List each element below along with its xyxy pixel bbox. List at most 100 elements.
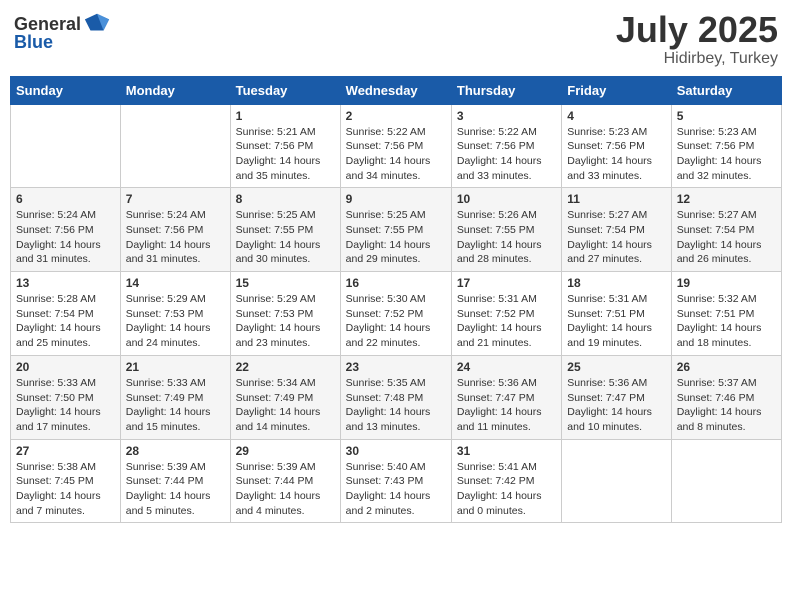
calendar-cell: 8 Sunrise: 5:25 AMSunset: 7:55 PMDaylight… bbox=[230, 188, 340, 272]
day-info: Sunrise: 5:41 AMSunset: 7:42 PMDaylight:… bbox=[457, 460, 556, 519]
calendar-cell: 15 Sunrise: 5:29 AMSunset: 7:53 PMDayligh… bbox=[230, 272, 340, 356]
day-number: 29 bbox=[236, 444, 335, 458]
calendar-cell bbox=[562, 439, 671, 523]
calendar-cell: 11Sunrise: 5:27 AMSunset: 7:54 PMDayligh… bbox=[562, 188, 671, 272]
calendar-cell: 21 Sunrise: 5:33 AMSunset: 7:49 PMDayligh… bbox=[120, 355, 230, 439]
day-number: 2 bbox=[346, 109, 446, 123]
logo-blue: Blue bbox=[14, 32, 53, 53]
calendar-body: 1 Sunrise: 5:21 AMSunset: 7:56 PMDaylight… bbox=[11, 104, 782, 523]
page-header: General Blue July 2025 Hidirbey, Turkey bbox=[10, 10, 782, 68]
week-row-4: 20 Sunrise: 5:33 AMSunset: 7:50 PMDayligh… bbox=[11, 355, 782, 439]
day-number: 8 bbox=[236, 192, 335, 206]
day-number: 17 bbox=[457, 276, 556, 290]
day-number: 4 bbox=[567, 109, 665, 123]
weekday-tuesday: Tuesday bbox=[230, 76, 340, 104]
day-info: Sunrise: 5:34 AMSunset: 7:49 PMDaylight:… bbox=[236, 376, 335, 435]
calendar-cell: 24 Sunrise: 5:36 AMSunset: 7:47 PMDayligh… bbox=[451, 355, 561, 439]
day-info: Sunrise: 5:33 AMSunset: 7:49 PMDaylight:… bbox=[126, 376, 225, 435]
calendar-cell: 25Sunrise: 5:36 AMSunset: 7:47 PMDayligh… bbox=[562, 355, 671, 439]
week-row-2: 6 Sunrise: 5:24 AMSunset: 7:56 PMDaylight… bbox=[11, 188, 782, 272]
day-info: Sunrise: 5:25 AMSunset: 7:55 PMDaylight:… bbox=[236, 208, 335, 267]
calendar-cell: 2Sunrise: 5:22 AMSunset: 7:56 PMDaylight… bbox=[340, 104, 451, 188]
calendar-table: SundayMondayTuesdayWednesdayThursdayFrid… bbox=[10, 76, 782, 524]
week-row-5: 27 Sunrise: 5:38 AMSunset: 7:45 PMDayligh… bbox=[11, 439, 782, 523]
day-number: 27 bbox=[16, 444, 115, 458]
day-info: Sunrise: 5:39 AMSunset: 7:44 PMDaylight:… bbox=[236, 460, 335, 519]
day-number: 28 bbox=[126, 444, 225, 458]
day-number: 25 bbox=[567, 360, 665, 374]
day-number: 26 bbox=[677, 360, 776, 374]
calendar-cell: 31 Sunrise: 5:41 AMSunset: 7:42 PMDayligh… bbox=[451, 439, 561, 523]
day-number: 15 bbox=[236, 276, 335, 290]
calendar-cell: 7Sunrise: 5:24 AMSunset: 7:56 PMDaylight… bbox=[120, 188, 230, 272]
calendar-cell: 14Sunrise: 5:29 AMSunset: 7:53 PMDayligh… bbox=[120, 272, 230, 356]
day-number: 5 bbox=[677, 109, 776, 123]
calendar-cell: 13 Sunrise: 5:28 AMSunset: 7:54 PMDayligh… bbox=[11, 272, 121, 356]
weekday-sunday: Sunday bbox=[11, 76, 121, 104]
calendar-cell: 26 Sunrise: 5:37 AMSunset: 7:46 PMDayligh… bbox=[671, 355, 781, 439]
day-info: Sunrise: 5:35 AMSunset: 7:48 PMDaylight:… bbox=[346, 376, 446, 435]
day-number: 12 bbox=[677, 192, 776, 206]
day-number: 16 bbox=[346, 276, 446, 290]
calendar-cell: 22Sunrise: 5:34 AMSunset: 7:49 PMDayligh… bbox=[230, 355, 340, 439]
day-number: 24 bbox=[457, 360, 556, 374]
day-info: Sunrise: 5:30 AMSunset: 7:52 PMDaylight:… bbox=[346, 292, 446, 351]
weekday-thursday: Thursday bbox=[451, 76, 561, 104]
calendar-cell bbox=[120, 104, 230, 188]
day-number: 13 bbox=[16, 276, 115, 290]
day-info: Sunrise: 5:27 AMSunset: 7:54 PMDaylight:… bbox=[567, 208, 665, 267]
day-info: Sunrise: 5:24 AMSunset: 7:56 PMDaylight:… bbox=[126, 208, 225, 267]
day-info: Sunrise: 5:23 AMSunset: 7:56 PMDaylight:… bbox=[677, 125, 776, 184]
day-info: Sunrise: 5:38 AMSunset: 7:45 PMDaylight:… bbox=[16, 460, 115, 519]
day-info: Sunrise: 5:21 AMSunset: 7:56 PMDaylight:… bbox=[236, 125, 335, 184]
logo-icon bbox=[83, 10, 111, 38]
day-info: Sunrise: 5:29 AMSunset: 7:53 PMDaylight:… bbox=[236, 292, 335, 351]
weekday-monday: Monday bbox=[120, 76, 230, 104]
day-number: 6 bbox=[16, 192, 115, 206]
day-info: Sunrise: 5:32 AMSunset: 7:51 PMDaylight:… bbox=[677, 292, 776, 351]
day-number: 1 bbox=[236, 109, 335, 123]
day-info: Sunrise: 5:28 AMSunset: 7:54 PMDaylight:… bbox=[16, 292, 115, 351]
calendar-cell: 18 Sunrise: 5:31 AMSunset: 7:51 PMDayligh… bbox=[562, 272, 671, 356]
month-title: July 2025 bbox=[616, 10, 778, 50]
weekday-header-row: SundayMondayTuesdayWednesdayThursdayFrid… bbox=[11, 76, 782, 104]
day-number: 21 bbox=[126, 360, 225, 374]
day-info: Sunrise: 5:39 AMSunset: 7:44 PMDaylight:… bbox=[126, 460, 225, 519]
day-number: 31 bbox=[457, 444, 556, 458]
day-number: 20 bbox=[16, 360, 115, 374]
week-row-1: 1 Sunrise: 5:21 AMSunset: 7:56 PMDaylight… bbox=[11, 104, 782, 188]
calendar-cell: 20 Sunrise: 5:33 AMSunset: 7:50 PMDayligh… bbox=[11, 355, 121, 439]
day-info: Sunrise: 5:36 AMSunset: 7:47 PMDaylight:… bbox=[457, 376, 556, 435]
weekday-saturday: Saturday bbox=[671, 76, 781, 104]
day-info: Sunrise: 5:37 AMSunset: 7:46 PMDaylight:… bbox=[677, 376, 776, 435]
day-info: Sunrise: 5:29 AMSunset: 7:53 PMDaylight:… bbox=[126, 292, 225, 351]
calendar-cell: 17 Sunrise: 5:31 AMSunset: 7:52 PMDayligh… bbox=[451, 272, 561, 356]
day-number: 30 bbox=[346, 444, 446, 458]
calendar-cell: 10 Sunrise: 5:26 AMSunset: 7:55 PMDayligh… bbox=[451, 188, 561, 272]
calendar-cell: 5 Sunrise: 5:23 AMSunset: 7:56 PMDaylight… bbox=[671, 104, 781, 188]
logo: General Blue bbox=[14, 10, 111, 53]
day-info: Sunrise: 5:23 AMSunset: 7:56 PMDaylight:… bbox=[567, 125, 665, 184]
day-number: 18 bbox=[567, 276, 665, 290]
calendar-cell bbox=[671, 439, 781, 523]
day-number: 19 bbox=[677, 276, 776, 290]
day-info: Sunrise: 5:33 AMSunset: 7:50 PMDaylight:… bbox=[16, 376, 115, 435]
day-number: 10 bbox=[457, 192, 556, 206]
day-info: Sunrise: 5:25 AMSunset: 7:55 PMDaylight:… bbox=[346, 208, 446, 267]
calendar-cell: 16 Sunrise: 5:30 AMSunset: 7:52 PMDayligh… bbox=[340, 272, 451, 356]
calendar-cell: 19 Sunrise: 5:32 AMSunset: 7:51 PMDayligh… bbox=[671, 272, 781, 356]
day-number: 23 bbox=[346, 360, 446, 374]
day-info: Sunrise: 5:26 AMSunset: 7:55 PMDaylight:… bbox=[457, 208, 556, 267]
location-title: Hidirbey, Turkey bbox=[616, 50, 778, 68]
week-row-3: 13 Sunrise: 5:28 AMSunset: 7:54 PMDayligh… bbox=[11, 272, 782, 356]
calendar-cell: 28 Sunrise: 5:39 AMSunset: 7:44 PMDayligh… bbox=[120, 439, 230, 523]
calendar-cell: 29 Sunrise: 5:39 AMSunset: 7:44 PMDayligh… bbox=[230, 439, 340, 523]
day-info: Sunrise: 5:31 AMSunset: 7:51 PMDaylight:… bbox=[567, 292, 665, 351]
day-info: Sunrise: 5:22 AMSunset: 7:56 PMDaylight:… bbox=[457, 125, 556, 184]
day-info: Sunrise: 5:40 AMSunset: 7:43 PMDaylight:… bbox=[346, 460, 446, 519]
day-info: Sunrise: 5:31 AMSunset: 7:52 PMDaylight:… bbox=[457, 292, 556, 351]
title-block: July 2025 Hidirbey, Turkey bbox=[616, 10, 778, 68]
weekday-wednesday: Wednesday bbox=[340, 76, 451, 104]
calendar-cell: 3Sunrise: 5:22 AMSunset: 7:56 PMDaylight… bbox=[451, 104, 561, 188]
calendar-cell: 27 Sunrise: 5:38 AMSunset: 7:45 PMDayligh… bbox=[11, 439, 121, 523]
